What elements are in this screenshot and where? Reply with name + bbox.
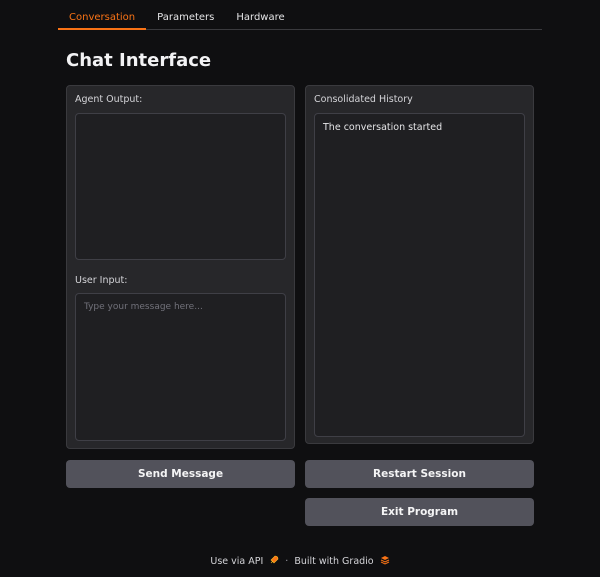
history-box[interactable]: The conversation started: [314, 113, 525, 437]
rocket-icon: [269, 555, 279, 568]
left-panel: Agent Output: User Input:: [66, 85, 295, 449]
tab-conversation[interactable]: Conversation: [58, 8, 147, 30]
footer: Use via API · Built with Gradio: [0, 555, 600, 568]
agent-output-label: Agent Output:: [75, 94, 143, 105]
history-text: The conversation started: [323, 122, 443, 133]
right-panel: Consolidated History The conversation st…: [305, 85, 534, 444]
tab-bar: Conversation Parameters Hardware: [58, 8, 542, 30]
page-title: Chat Interface: [66, 50, 212, 71]
user-input-label: User Input:: [75, 275, 128, 286]
footer-separator: ·: [285, 556, 289, 567]
gradio-logo-icon: [380, 555, 390, 568]
agent-output-box: [75, 113, 286, 260]
send-message-button[interactable]: Send Message: [66, 460, 295, 488]
tab-parameters[interactable]: Parameters: [146, 8, 225, 30]
built-with-gradio-link[interactable]: Built with Gradio: [294, 556, 373, 567]
restart-session-button[interactable]: Restart Session: [305, 460, 534, 488]
user-input-field[interactable]: [75, 293, 286, 441]
history-label: Consolidated History: [314, 94, 413, 105]
tab-hardware[interactable]: Hardware: [225, 8, 295, 30]
use-via-api-link[interactable]: Use via API: [210, 556, 263, 567]
exit-program-button[interactable]: Exit Program: [305, 498, 534, 526]
